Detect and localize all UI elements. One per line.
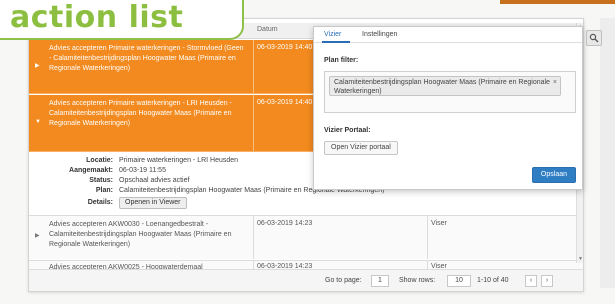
filter-icon-glyph	[589, 33, 599, 43]
chevron-down-icon[interactable]: ▼	[35, 119, 41, 125]
row-description: Advies accepteren Primaire waterkeringen…	[49, 100, 232, 127]
page-range-text: 1-10 of 40	[477, 277, 509, 284]
plan-filter-field[interactable]: Calamiteitenbestrijdingsplan Hoogwater M…	[324, 71, 576, 113]
detail-label: Aangemaakt:	[69, 167, 113, 174]
row-date: 06-03-2019 14:40	[257, 99, 313, 106]
page-title: action list	[10, 0, 184, 35]
tab-vizier[interactable]: Vizier	[324, 31, 341, 38]
row-date: 06-03-2019 14:40	[257, 44, 313, 51]
active-tab-indicator	[322, 41, 350, 43]
row-viewer: Viser	[431, 220, 447, 227]
rows-per-page-select[interactable]: 10	[447, 275, 471, 287]
column-divider	[427, 216, 428, 259]
column-divider	[253, 40, 254, 93]
column-divider	[253, 95, 254, 151]
filter-tabs: Vizier Instellingen	[314, 27, 582, 43]
scroll-down-icon[interactable]: ▼	[578, 256, 583, 262]
detail-value: 06-03-19 11:55	[119, 167, 166, 174]
detail-label: Status:	[89, 177, 113, 184]
open-in-viewer-button[interactable]: Openen in Viewer	[119, 197, 187, 209]
save-button[interactable]: Opslaan	[531, 167, 576, 183]
detail-details: Details: Openen in Viewer	[29, 197, 583, 209]
row-description: Advies accepteren AKW0030 - Loenangedbes…	[49, 221, 232, 248]
page-title-badge: action list	[0, 0, 244, 40]
previous-page-button[interactable]: ‹	[525, 275, 537, 287]
column-divider	[253, 216, 254, 259]
tab-instellingen[interactable]: Instellingen	[362, 31, 397, 38]
chevron-right-icon[interactable]: ▶	[35, 232, 40, 239]
right-gutter	[600, 18, 615, 288]
row-date: 06-03-2019 14:23	[257, 220, 313, 227]
show-rows-label: Show rows:	[399, 277, 436, 284]
next-page-button[interactable]: ›	[541, 275, 553, 287]
portal-label: Vizier Portaal:	[324, 127, 371, 134]
chevron-right-icon[interactable]: ▶	[35, 62, 40, 69]
plan-filter-chip: Calamiteitenbestrijdingsplan Hoogwater M…	[329, 76, 561, 96]
detail-value: Opschaal advies actief	[119, 177, 190, 184]
plan-filter-chip-label: Calamiteitenbestrijdingsplan Hoogwater M…	[334, 79, 550, 95]
top-accent-strip	[500, 0, 615, 4]
page-number-input[interactable]: 1	[371, 275, 389, 287]
pagination-bar: Go to page: 1 Show rows: 10 1-10 of 40 ‹…	[29, 269, 583, 291]
detail-label: Details:	[87, 199, 113, 206]
row-description: Advies accepteren Primaire waterkeringen…	[49, 45, 244, 72]
open-portal-button[interactable]: Open Vizier portaal	[324, 141, 398, 155]
detail-label: Plan:	[95, 187, 113, 194]
detail-value: Primaire waterkeringen - LRI Heusden	[119, 157, 239, 164]
close-icon[interactable]: ×	[553, 78, 557, 87]
filter-icon[interactable]	[586, 30, 602, 46]
plan-filter-label: Plan filter:	[324, 57, 359, 64]
detail-label: Locatie:	[86, 157, 113, 164]
goto-page-label: Go to page:	[325, 277, 362, 284]
column-header-datum[interactable]: Datum	[257, 26, 278, 33]
table-row[interactable]: ▶ Advies accepteren AKW0030 - Loenangedb…	[29, 215, 583, 259]
filter-popup: Vizier Instellingen Plan filter: Calamit…	[313, 26, 583, 190]
